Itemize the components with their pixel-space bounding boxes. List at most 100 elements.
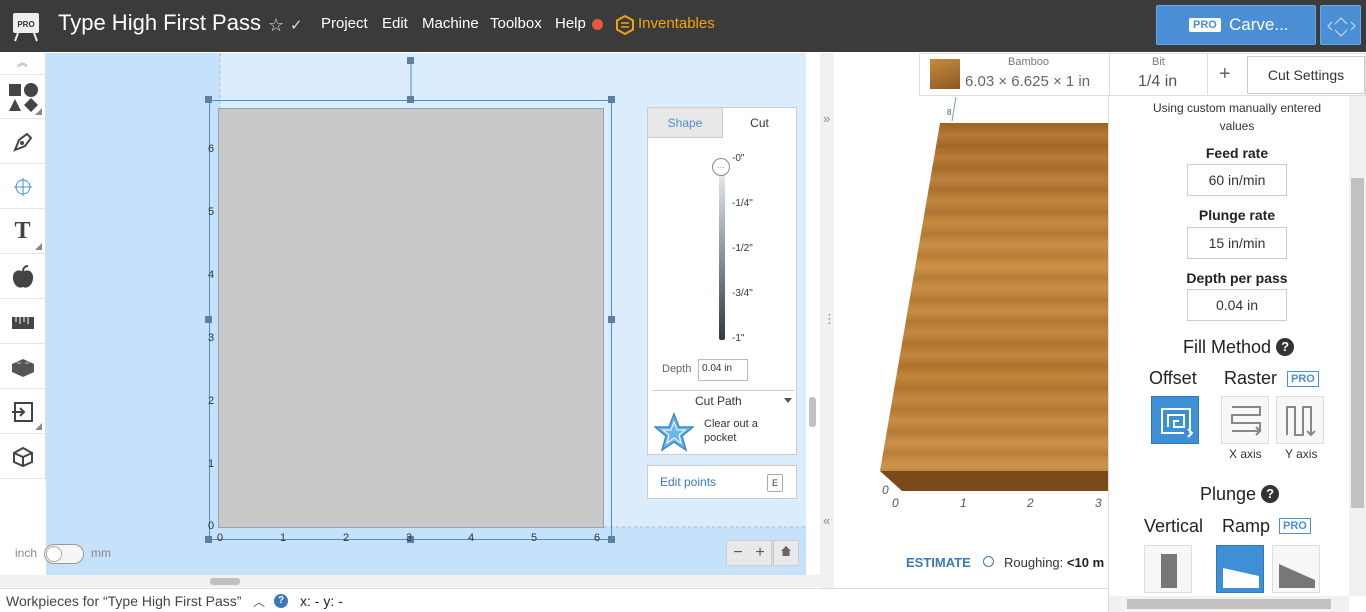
tab-shape[interactable]: Shape: [648, 108, 723, 138]
shapes-tool[interactable]: [0, 75, 45, 119]
resize-handle[interactable]: [205, 96, 212, 103]
tool-corner: [35, 423, 42, 430]
apple-icon: [12, 264, 33, 288]
cut-path-dropdown[interactable]: Cut Path: [652, 390, 794, 412]
cut-settings-panel: Using custom manually entered values Fee…: [1108, 96, 1366, 612]
raster-x-option[interactable]: [1221, 396, 1269, 444]
material-name[interactable]: Bamboo: [1008, 56, 1049, 68]
workpieces-toggle[interactable]: Workpieces for “Type High First Pass”: [6, 593, 241, 609]
resize-handle[interactable]: [205, 316, 212, 323]
bit-selector[interactable]: 1/4 in: [1138, 73, 1177, 91]
carve-button[interactable]: PRO Carve...: [1156, 5, 1316, 45]
menu-edit[interactable]: Edit: [382, 15, 408, 32]
collapse-left-icon[interactable]: «: [823, 513, 830, 528]
pocket-label: Clear out a pocket: [704, 418, 758, 444]
raster-y-option[interactable]: [1276, 396, 1324, 444]
pocket-star-icon[interactable]: [654, 412, 694, 452]
estimate-link[interactable]: ESTIMATE: [906, 555, 971, 570]
inventables-icon[interactable]: [616, 15, 634, 35]
menu-toolbox[interactable]: Toolbox: [490, 15, 542, 32]
expand-icon: [1327, 17, 1356, 37]
3d-preview[interactable]: 8 0 0 1 2 3 ESTIMATE Roughing: <10 m: [834, 53, 1108, 588]
depth-slider-track[interactable]: [719, 168, 725, 340]
y-tick: 3: [208, 332, 215, 344]
resize-handle[interactable]: [407, 96, 414, 103]
cut-settings-h-scrollbar[interactable]: [1109, 596, 1349, 612]
scrollbar-thumb[interactable]: [1127, 599, 1331, 609]
depth-tick: -0": [732, 153, 745, 164]
inventables-link[interactable]: Inventables: [638, 15, 715, 32]
3d-tool[interactable]: [0, 435, 45, 479]
zoom-controls: − +: [726, 540, 772, 566]
ruler-icon: [11, 316, 34, 329]
rotate-handle[interactable]: [407, 57, 414, 64]
x-tick: 5: [531, 532, 538, 544]
ramp-plunge-option[interactable]: [1216, 545, 1264, 593]
x-tick: 4: [468, 532, 475, 544]
pen-tool[interactable]: [0, 120, 45, 164]
document-title[interactable]: Type High First Pass: [58, 10, 261, 36]
depth-tick: -1/2": [732, 243, 753, 254]
ramp-alt-icon: [1279, 564, 1315, 588]
edit-points-button[interactable]: Edit points E: [647, 465, 797, 499]
vertical-plunge-option[interactable]: [1144, 545, 1192, 593]
help-icon[interactable]: ?: [1261, 485, 1280, 503]
text-tool[interactable]: T: [0, 210, 45, 254]
depth-per-pass-input[interactable]: 0.04 in: [1187, 289, 1287, 321]
zoom-out-button[interactable]: −: [727, 541, 749, 565]
point-tool[interactable]: [0, 165, 45, 209]
feed-rate-input[interactable]: 60 in/min: [1187, 164, 1287, 196]
resize-handle[interactable]: [205, 536, 212, 543]
y-tick: 2: [208, 395, 215, 407]
plunge-rate-label: Plunge rate: [1198, 207, 1276, 223]
unit-toggle[interactable]: [44, 544, 84, 564]
selection-box[interactable]: [209, 100, 612, 540]
menu-help[interactable]: Help: [555, 15, 586, 32]
vertical-label: Vertical: [1144, 516, 1204, 536]
zoom-in-button[interactable]: +: [749, 541, 771, 565]
tool-corner: [35, 243, 42, 250]
collapse-toolbar-button[interactable]: ︽: [0, 53, 45, 75]
resize-handle[interactable]: [608, 316, 615, 323]
material-dimensions[interactable]: 6.03 × 6.625 × 1 in: [965, 73, 1090, 90]
origin-label: 0: [882, 483, 889, 497]
ramp-alt-option[interactable]: [1272, 545, 1320, 593]
star-icon[interactable]: ☆: [268, 15, 284, 36]
cut-settings-scrollbar[interactable]: [1349, 96, 1366, 596]
import-icon: [11, 401, 33, 422]
help-icon[interactable]: ?: [274, 594, 288, 608]
home-view-button[interactable]: [773, 540, 799, 566]
easel-pro-logo-icon[interactable]: PRO: [10, 10, 42, 42]
chevron-up-icon[interactable]: ︿: [253, 593, 265, 610]
tab-cut[interactable]: Cut: [723, 108, 796, 138]
fullscreen-button[interactable]: [1320, 5, 1361, 45]
menu-machine[interactable]: Machine: [422, 15, 479, 32]
ruler-tool[interactable]: [0, 300, 45, 344]
add-bit-button[interactable]: +: [1219, 63, 1231, 86]
plunge-rate-input[interactable]: 15 in/min: [1187, 227, 1287, 259]
panel-splitter[interactable]: » ⋮ «: [820, 53, 836, 588]
scrollbar-thumb[interactable]: [809, 397, 816, 427]
canvas-vertical-scrollbar[interactable]: [806, 53, 820, 575]
chevron-down-icon[interactable]: ✓: [290, 16, 303, 34]
help-icon[interactable]: ?: [1276, 338, 1295, 356]
menu-project[interactable]: Project: [321, 15, 368, 32]
pen-icon: [12, 132, 32, 152]
cut-settings-button[interactable]: Cut Settings: [1247, 56, 1365, 94]
shape-inspector: Shape Cut ... -0" -1/4" -1/2" -3/4" -1" …: [647, 107, 797, 455]
depth-input[interactable]: 0.04 in: [698, 359, 748, 381]
scrollbar-thumb[interactable]: [1351, 178, 1364, 508]
material-bar: Bamboo 6.03 × 6.625 × 1 in Bit 1/4 in + …: [919, 53, 1366, 97]
offset-fill-option[interactable]: [1151, 396, 1199, 444]
apps-tool[interactable]: [0, 345, 45, 389]
material-swatch[interactable]: [930, 59, 960, 89]
resize-handle[interactable]: [608, 536, 615, 543]
import-tool[interactable]: [0, 390, 45, 434]
icons-tool[interactable]: [0, 255, 45, 299]
canvas-horizontal-scrollbar[interactable]: [0, 575, 820, 587]
resize-handle[interactable]: [608, 96, 615, 103]
scrollbar-thumb[interactable]: [210, 578, 240, 585]
offset-label: Offset: [1149, 368, 1197, 388]
collapse-right-icon[interactable]: »: [823, 111, 830, 126]
depth-slider-knob[interactable]: ...: [712, 158, 730, 176]
